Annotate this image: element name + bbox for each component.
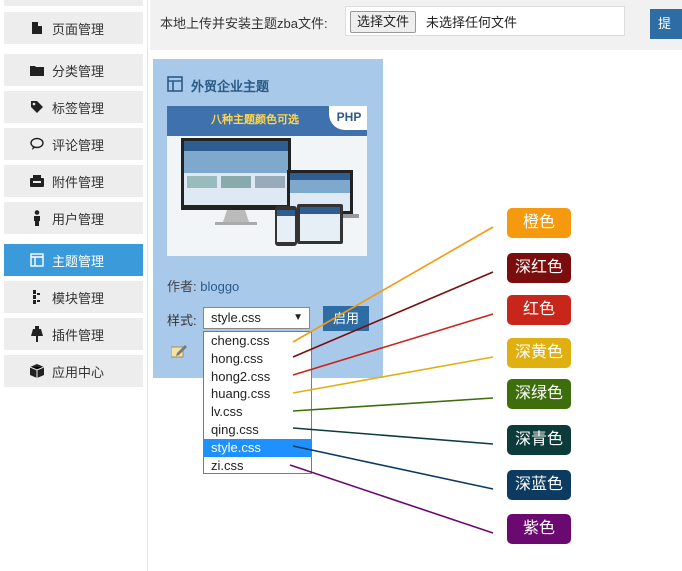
color-label-badge: 深青色 bbox=[507, 425, 571, 455]
connector-line bbox=[292, 427, 494, 445]
color-label-badge: 紫色 bbox=[507, 514, 571, 544]
color-label-badge: 深黄色 bbox=[507, 338, 571, 368]
color-label-badge: 橙色 bbox=[507, 208, 571, 238]
connector-line bbox=[289, 464, 494, 534]
color-label-badge: 深绿色 bbox=[507, 379, 571, 409]
connector-line bbox=[292, 397, 494, 412]
color-label-badge: 深红色 bbox=[507, 253, 571, 283]
connector-line bbox=[292, 445, 494, 490]
color-label-badge: 红色 bbox=[507, 295, 571, 325]
color-label-badge: 深蓝色 bbox=[507, 470, 571, 500]
connector-line bbox=[292, 356, 494, 394]
annotation-lines bbox=[289, 226, 494, 534]
